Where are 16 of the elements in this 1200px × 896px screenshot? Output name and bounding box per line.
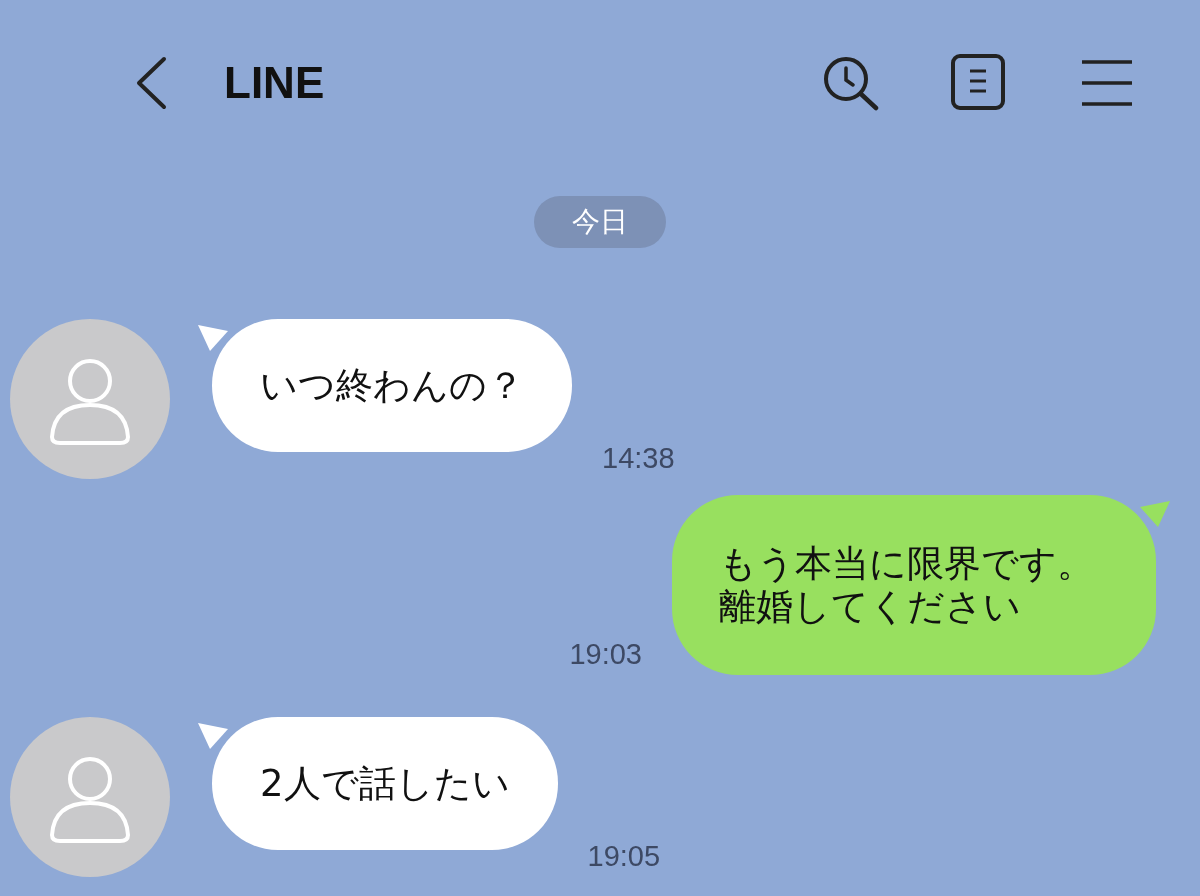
bubble-tail-icon <box>198 325 228 351</box>
bubble-tail-icon <box>198 723 228 749</box>
message-text: いつ終わんの？ <box>260 364 524 407</box>
chat-title: LINE <box>224 58 325 108</box>
message-time: 14:38 <box>602 442 675 475</box>
notes-icon[interactable] <box>950 53 1006 113</box>
search-icon[interactable] <box>822 55 880 111</box>
message-text: もう本当に限界です。 <box>719 542 1094 585</box>
message-text: 2人で話したい <box>260 762 510 805</box>
message-time: 19:03 <box>569 638 642 671</box>
menu-icon[interactable] <box>1080 58 1134 108</box>
message-text: 離婚してください <box>719 585 1022 628</box>
bubble-tail-icon <box>1140 501 1170 527</box>
message-time: 19:05 <box>587 840 661 873</box>
back-icon[interactable] <box>134 56 168 110</box>
date-label: 今日 <box>534 196 666 248</box>
